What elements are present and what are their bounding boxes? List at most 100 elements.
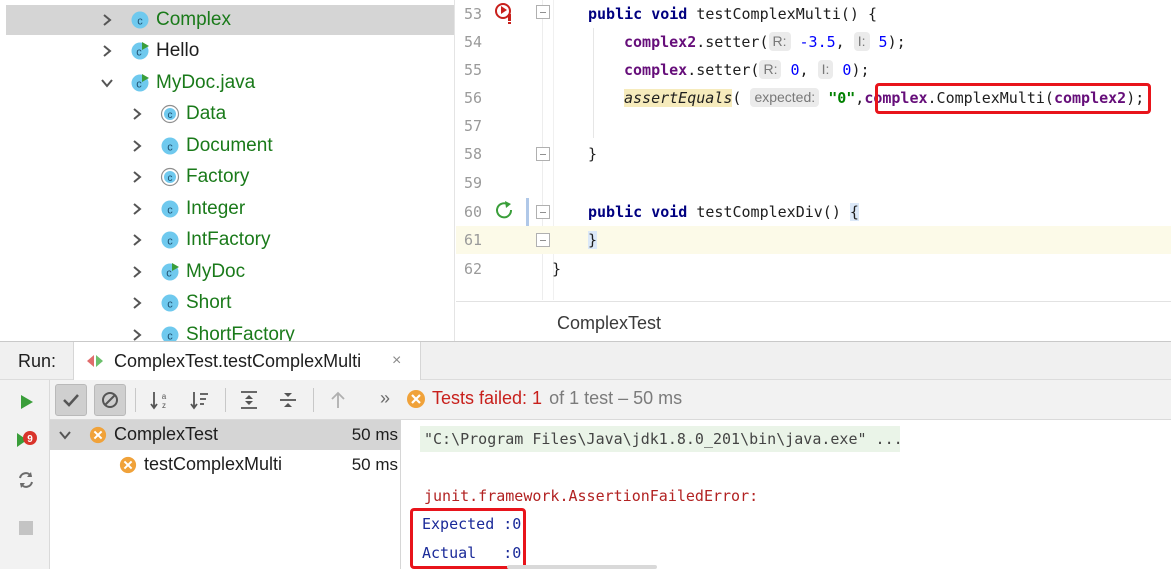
console-output[interactable]: "C:\Program Files\Java\jdk1.8.0_201\bin\… xyxy=(402,420,1171,569)
tests-failed-label: Tests failed: xyxy=(432,388,528,408)
toolbar-overflow-icon[interactable]: » xyxy=(380,388,390,409)
fold-marker[interactable] xyxy=(536,205,550,219)
fold-marker[interactable] xyxy=(536,147,550,161)
editor-file-tab-label: ComplexTest xyxy=(557,313,662,333)
tree-item-hello[interactable]: c Hello xyxy=(6,36,454,66)
stop-button[interactable] xyxy=(12,514,40,542)
test-runner-toolbar: az » Tests failed: 1 of 1 test – 50 ms xyxy=(50,380,1171,420)
stop-icon xyxy=(19,521,33,535)
tree-item-integer[interactable]: c Integer xyxy=(6,194,454,224)
line-number: 60 xyxy=(463,203,482,221)
run-label: Run: xyxy=(18,351,57,371)
tree-item-document[interactable]: c Document xyxy=(6,131,454,161)
toggle-auto-test-button[interactable] xyxy=(12,466,40,494)
code-line-53[interactable]: 53 public void testComplexMulti() { xyxy=(456,0,1171,28)
tree-item-label: Document xyxy=(186,135,273,156)
param-hint: I: xyxy=(853,32,870,51)
toolbar-separator xyxy=(135,388,136,412)
show-passed-button[interactable] xyxy=(55,384,87,416)
rerun-button[interactable] xyxy=(12,388,40,416)
class-icon: c xyxy=(161,231,179,249)
code-line-54[interactable]: 54 complex2.setter(R: -3.5, I: 5); xyxy=(456,28,1171,56)
code-line-58[interactable]: 58 } xyxy=(456,140,1171,168)
line-number: 53 xyxy=(463,5,482,23)
svg-text:9: 9 xyxy=(27,434,33,445)
expand-all-icon xyxy=(241,391,257,409)
test-suite-row[interactable]: ComplexTest 50 ms xyxy=(50,420,400,450)
code-line-60[interactable]: 60 public void testComplexDiv() { xyxy=(456,198,1171,254)
code-line-55[interactable]: 55 complex.setter(R: 0, I: 0); xyxy=(456,56,1171,84)
line-number: 62 xyxy=(463,260,482,278)
editor-file-tab[interactable]: ComplexTest xyxy=(456,301,1171,341)
sort-by-duration-button[interactable] xyxy=(184,384,216,416)
sort-alpha-icon: az xyxy=(150,392,167,410)
code-text: } xyxy=(552,260,562,278)
expand-all-button[interactable] xyxy=(233,384,265,416)
chevron-right-icon[interactable] xyxy=(100,13,114,27)
chevron-right-icon[interactable] xyxy=(130,233,144,247)
play-icon xyxy=(21,395,33,409)
tree-item-short[interactable]: c Short xyxy=(6,288,454,318)
sort-alphabetically-button[interactable]: az xyxy=(144,384,176,416)
abstract-class-icon: c xyxy=(160,167,180,187)
rerun-test-icon[interactable] xyxy=(494,201,516,223)
svg-text:c: c xyxy=(136,47,142,59)
svg-text:a: a xyxy=(162,392,167,401)
tree-item-mydoc-java[interactable]: c MyDoc.java xyxy=(6,68,454,98)
test-case-label: testComplexMulti xyxy=(144,454,283,474)
svg-text:c: c xyxy=(136,79,142,91)
tree-item-factory[interactable]: c Factory xyxy=(6,162,454,192)
rerun-failed-button[interactable]: 9 xyxy=(12,426,40,454)
previous-failed-button[interactable] xyxy=(322,384,354,416)
chevron-down-icon[interactable] xyxy=(58,428,72,442)
code-text: complex2.setter(R: -3.5, I: 5); xyxy=(624,32,906,51)
collapse-all-button[interactable] xyxy=(272,384,304,416)
chevron-right-icon[interactable] xyxy=(130,296,144,310)
abstract-class-icon: c xyxy=(160,104,180,124)
svg-text:c: c xyxy=(167,331,173,342)
param-hint: I: xyxy=(817,60,834,79)
chevron-right-icon[interactable] xyxy=(130,328,144,341)
tree-item-mydoc[interactable]: c MyDoc xyxy=(6,257,454,287)
test-case-row[interactable]: testComplexMulti 50 ms xyxy=(50,450,400,480)
code-line-61[interactable]: 61 } xyxy=(456,226,1171,254)
chevron-right-icon[interactable] xyxy=(100,44,114,58)
code-text: } xyxy=(588,231,598,249)
tree-item-label: IntFactory xyxy=(186,229,271,250)
code-editor[interactable]: 53 public void testComplexMulti() { 54 c… xyxy=(456,0,1171,341)
fold-marker[interactable] xyxy=(536,233,550,247)
tree-item-data[interactable]: c Data xyxy=(6,99,454,129)
run-side-toolbar: 9 xyxy=(0,380,50,569)
chevron-down-icon[interactable] xyxy=(100,76,114,90)
line-number: 58 xyxy=(463,145,482,163)
code-text: public void testComplexDiv() { xyxy=(588,203,859,221)
tests-summary: of 1 test – 50 ms xyxy=(549,388,683,408)
run-panel-header: Run: ComplexTest.testComplexMulti × xyxy=(0,341,1171,380)
line-number: 57 xyxy=(463,117,482,135)
svg-text:c: c xyxy=(167,236,173,248)
fold-marker[interactable] xyxy=(536,5,550,19)
chevron-right-icon[interactable] xyxy=(130,265,144,279)
chevron-right-icon[interactable] xyxy=(130,107,144,121)
command-line[interactable]: "C:\Program Files\Java\jdk1.8.0_201\bin\… xyxy=(424,430,903,448)
param-hint: R: xyxy=(759,60,782,79)
class-icon: c xyxy=(161,326,179,342)
run-config-tab[interactable]: ComplexTest.testComplexMulti × xyxy=(73,342,421,380)
chevron-right-icon[interactable] xyxy=(130,170,144,184)
tree-item-label: MyDoc.java xyxy=(156,72,256,93)
tests-status: Tests failed: 1 of 1 test – 50 ms xyxy=(406,388,682,409)
chevron-right-icon[interactable] xyxy=(130,202,144,216)
code-line-62[interactable]: 62 } xyxy=(456,255,1171,283)
tree-item-shortfactory[interactable]: c ShortFactory xyxy=(6,320,454,341)
run-test-failed-icon[interactable] xyxy=(494,2,516,24)
tree-item-label: ShortFactory xyxy=(186,324,295,341)
tree-item-complex[interactable]: c Complex xyxy=(6,5,454,35)
chevron-right-icon[interactable] xyxy=(130,139,144,153)
horizontal-scrollbar[interactable] xyxy=(507,565,657,569)
show-ignored-button[interactable] xyxy=(94,384,126,416)
close-icon[interactable]: × xyxy=(392,352,401,370)
tree-item-intfactory[interactable]: c IntFactory xyxy=(6,225,454,255)
test-suite-label: ComplexTest xyxy=(114,424,219,444)
line-number: 54 xyxy=(463,33,482,51)
highlight-box xyxy=(875,83,1151,114)
